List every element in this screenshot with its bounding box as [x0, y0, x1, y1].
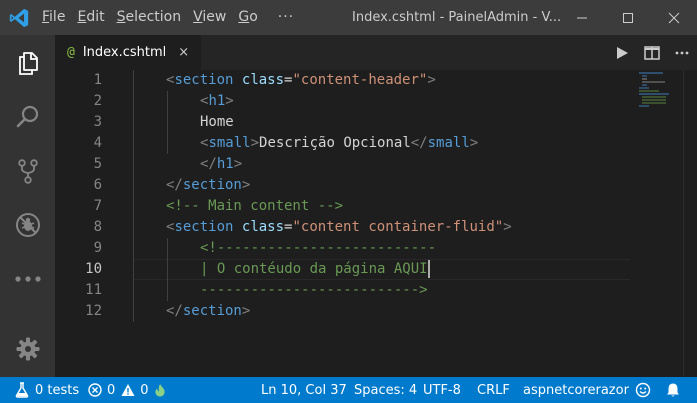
cursor-position[interactable]: Ln 10, Col 37	[261, 377, 347, 403]
bell-icon	[667, 383, 679, 397]
search-button[interactable]	[0, 93, 55, 141]
code-line-9: <!--------------------------	[200, 240, 437, 256]
flame-icon	[155, 384, 165, 397]
line-number: 8	[93, 219, 102, 235]
editor-actions	[607, 35, 697, 70]
indent-guide	[133, 70, 134, 322]
line-number: 3	[93, 114, 102, 130]
run-button[interactable]	[607, 35, 637, 70]
menu-more-button[interactable]: ···	[264, 0, 308, 35]
title-bar: File Edit Selection View Go ··· Index.cs…	[0, 0, 697, 35]
line-number: 5	[93, 156, 102, 172]
source-control-icon	[17, 159, 38, 184]
more-views-button[interactable]	[0, 255, 55, 303]
tab-label: Index.cshtml	[82, 45, 167, 60]
encoding-status[interactable]: UTF-8	[423, 377, 461, 403]
split-editor-button[interactable]	[637, 35, 667, 70]
vscode-logo-icon	[9, 8, 29, 28]
debug-button[interactable]	[0, 201, 55, 249]
menu-selection[interactable]: Selection	[111, 0, 188, 35]
text-cursor	[427, 260, 430, 278]
line-number: 4	[93, 135, 102, 151]
code-editor[interactable]: 1 2 3 4 5 6 7 8 9 10 11 12 <section clas…	[55, 70, 697, 377]
status-bar: 0 tests 0 0 Ln 10, Col 37 Spaces: 4 UTF-…	[0, 377, 697, 403]
line-number-active: 10	[85, 261, 102, 277]
window-title: Index.cshtml - PainelAdmin - V...	[352, 10, 562, 25]
line-number: 6	[93, 177, 102, 193]
more-actions-button[interactable]	[667, 35, 697, 70]
close-icon	[668, 12, 680, 23]
code-line-7: <!-- Main content -->	[166, 198, 344, 214]
close-window-button[interactable]	[651, 0, 697, 35]
manage-button[interactable]	[0, 325, 55, 373]
indent-guide	[167, 91, 168, 154]
tab-bar: @ Index.cshtml ×	[55, 35, 697, 70]
tab-index-cshtml[interactable]: @ Index.cshtml ×	[55, 35, 201, 70]
split-editor-icon	[644, 45, 660, 60]
code-line-2: <h1>	[200, 93, 234, 109]
menu-view[interactable]: View	[187, 0, 232, 35]
warning-icon	[121, 384, 135, 396]
smiley-icon	[635, 382, 651, 398]
warning-count: 0	[140, 382, 149, 398]
activity-bar	[0, 35, 55, 377]
line-number: 11	[85, 282, 102, 298]
code-line-11: -------------------------->	[200, 282, 428, 298]
gear-icon	[16, 337, 39, 361]
notifications-button[interactable]	[665, 377, 686, 403]
window-controls	[559, 0, 697, 35]
menu-file[interactable]: File	[36, 0, 71, 35]
tab-close-button[interactable]: ×	[178, 45, 189, 60]
source-control-button[interactable]	[0, 147, 55, 195]
line-number: 7	[93, 198, 102, 214]
live-share-status[interactable]	[153, 377, 172, 403]
line-number: 2	[93, 93, 102, 109]
minimize-button[interactable]	[559, 0, 605, 35]
error-count: 0	[107, 382, 116, 398]
line-number: 9	[93, 240, 102, 256]
error-icon	[88, 383, 102, 397]
code-line-8: <section class="content container-fluid"…	[166, 219, 512, 235]
minimize-icon	[577, 17, 587, 18]
maximize-button[interactable]	[605, 0, 651, 35]
ellipsis-icon	[675, 51, 689, 54]
line-number: 1	[93, 72, 102, 88]
code-line-1: <section class="content-header">	[166, 72, 436, 88]
code-line-6: </section>	[166, 177, 251, 193]
code-line-3: Home	[200, 114, 234, 130]
menu-edit[interactable]: Edit	[71, 0, 110, 35]
search-icon	[16, 105, 38, 128]
code-line-4: <small>Descrição Opcional</small>	[200, 135, 479, 151]
files-icon	[18, 52, 38, 75]
razor-file-icon: @	[67, 45, 75, 60]
debug-icon	[15, 213, 40, 237]
tests-count: 0 tests	[35, 382, 80, 398]
indent-guide	[167, 238, 168, 301]
menu-go[interactable]: Go	[232, 0, 263, 35]
eol-status[interactable]: CRLF	[477, 377, 510, 403]
play-icon	[617, 46, 628, 59]
indentation-status[interactable]: Spaces: 4	[354, 377, 417, 403]
menu-bar: File Edit Selection View Go ···	[36, 0, 308, 35]
feedback-button[interactable]	[635, 377, 656, 403]
code-line-5: </h1>	[200, 156, 243, 172]
tests-status[interactable]: 0 tests	[14, 377, 79, 403]
code-line-12: </section>	[166, 303, 251, 319]
minimap[interactable]	[633, 70, 683, 130]
line-number: 12	[85, 303, 102, 319]
vertical-scrollbar[interactable]	[683, 70, 697, 377]
explorer-button[interactable]	[0, 39, 55, 87]
language-mode-status[interactable]: aspnetcorerazor	[523, 377, 629, 403]
ellipsis-icon	[14, 276, 41, 282]
maximize-icon	[623, 12, 633, 23]
problems-status[interactable]: 0 0	[88, 377, 149, 403]
code-line-10: | O contéudo da página AQUI	[200, 260, 430, 278]
beaker-icon	[15, 382, 29, 398]
